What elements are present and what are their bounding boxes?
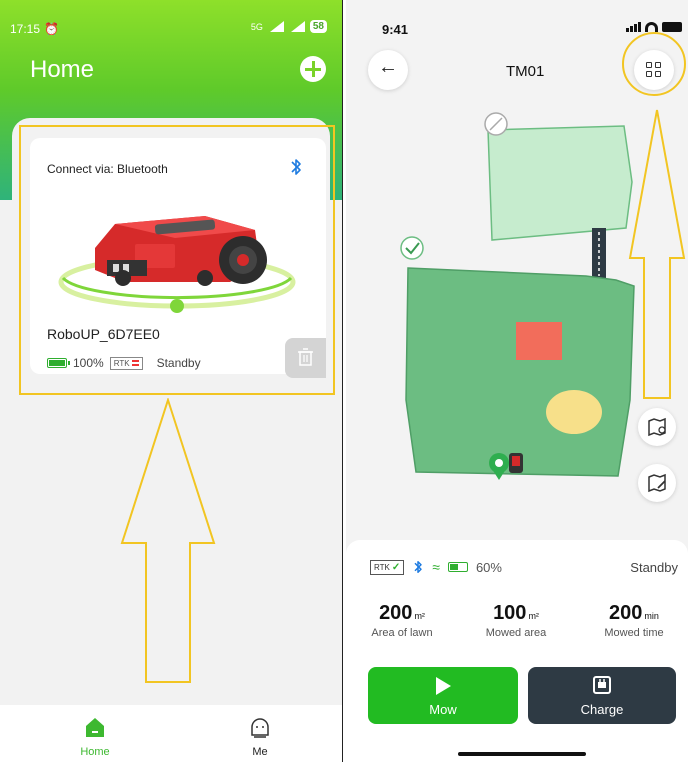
connection-status-row: RTK ✓ ≈ 60%	[370, 558, 502, 576]
add-device-button[interactable]	[300, 56, 326, 82]
map-screen: 9:41 TM01	[346, 0, 688, 762]
signal-label: 5G	[250, 21, 263, 32]
stat-unit: min	[644, 611, 659, 621]
obstacle-zone	[516, 322, 562, 360]
tab-me-label: Me	[252, 746, 268, 758]
wifi-icon	[645, 22, 658, 32]
map-edit-icon	[648, 473, 666, 493]
status-bar-right: 5G 58	[251, 20, 327, 33]
stat-label: Area of lawn	[371, 627, 433, 639]
status-battery: 58	[309, 20, 327, 33]
cell-signal-icon	[268, 21, 284, 32]
back-button[interactable]	[368, 50, 408, 90]
check-icon: ✓	[391, 561, 401, 573]
status-time-right: 9:41	[382, 22, 409, 37]
stat-label: Mowed time	[604, 627, 664, 639]
battery-icon-right	[662, 22, 682, 32]
mower-state: Standby	[630, 560, 678, 575]
status-time: 17:15	[10, 22, 41, 36]
restricted-zone	[546, 390, 602, 434]
stat-mowed-area: 100 m² Mowed area	[466, 602, 566, 639]
play-icon	[436, 677, 451, 695]
stat-unit: m²	[528, 611, 539, 621]
mow-button[interactable]: Mow	[368, 667, 518, 724]
mower-status-panel: RTK ✓ ≈ 60% Standby 200 m² Area of lawn 1…	[346, 540, 688, 762]
channel-path	[592, 228, 606, 280]
stat-value: 100	[493, 602, 527, 624]
page-title: Home	[30, 56, 95, 83]
stat-value: 200	[379, 602, 413, 624]
screenshot-stage: 17:15 ⏰ 5G 58 Home Connect via: Bluetoot…	[0, 0, 688, 762]
map-settings-button[interactable]	[638, 408, 676, 446]
bottom-tab-bar: Home Me	[0, 705, 342, 762]
stat-area-of-lawn: 200 m² Area of lawn	[352, 602, 452, 639]
tab-home[interactable]: Home	[65, 715, 125, 758]
cell-signal-icon-2	[289, 21, 305, 32]
zone-main-checked-icon[interactable]	[400, 236, 424, 260]
home-icon	[86, 718, 104, 737]
home-indicator	[458, 752, 586, 756]
highlight-circle-menu	[622, 32, 686, 96]
stat-mowed-time: 200 min Mowed time	[584, 602, 684, 639]
user-face-icon	[251, 718, 269, 738]
stat-value: 200	[609, 602, 643, 624]
stat-unit: m²	[414, 611, 425, 621]
mower-title: TM01	[506, 63, 545, 80]
charge-button[interactable]: Charge	[528, 667, 676, 724]
up-arrow-annotation-right	[628, 109, 686, 399]
mow-label: Mow	[429, 702, 457, 717]
status-icons-right	[626, 22, 682, 32]
charging-dock-icon	[593, 676, 611, 694]
up-arrow-annotation	[120, 398, 216, 683]
map-gear-icon	[648, 417, 666, 437]
zone-upper[interactable]	[487, 125, 633, 241]
battery-charging-icon	[447, 562, 468, 572]
map-edit-button[interactable]	[638, 464, 676, 502]
battery-level-right: 60%	[475, 559, 502, 575]
charge-label: Charge	[580, 702, 624, 717]
tab-me[interactable]: Me	[230, 715, 290, 758]
alarm-icon: ⏰	[44, 22, 59, 36]
rtk-label-right: RTK	[374, 562, 390, 572]
stat-label: Mowed area	[485, 627, 547, 639]
tab-home-label: Home	[80, 746, 110, 758]
bluetooth-icon-right	[414, 561, 422, 573]
highlight-box-device-card	[19, 125, 335, 395]
cell-signal-icon-right	[626, 22, 641, 32]
rtk-status-badge-right: RTK ✓	[370, 559, 405, 575]
wifi-status-icon: ≈	[432, 559, 440, 575]
status-bar-left: 17:15 ⏰	[10, 22, 59, 36]
home-screen: 17:15 ⏰ 5G 58 Home Connect via: Bluetoot…	[0, 0, 343, 762]
zone-main[interactable]	[405, 267, 635, 477]
